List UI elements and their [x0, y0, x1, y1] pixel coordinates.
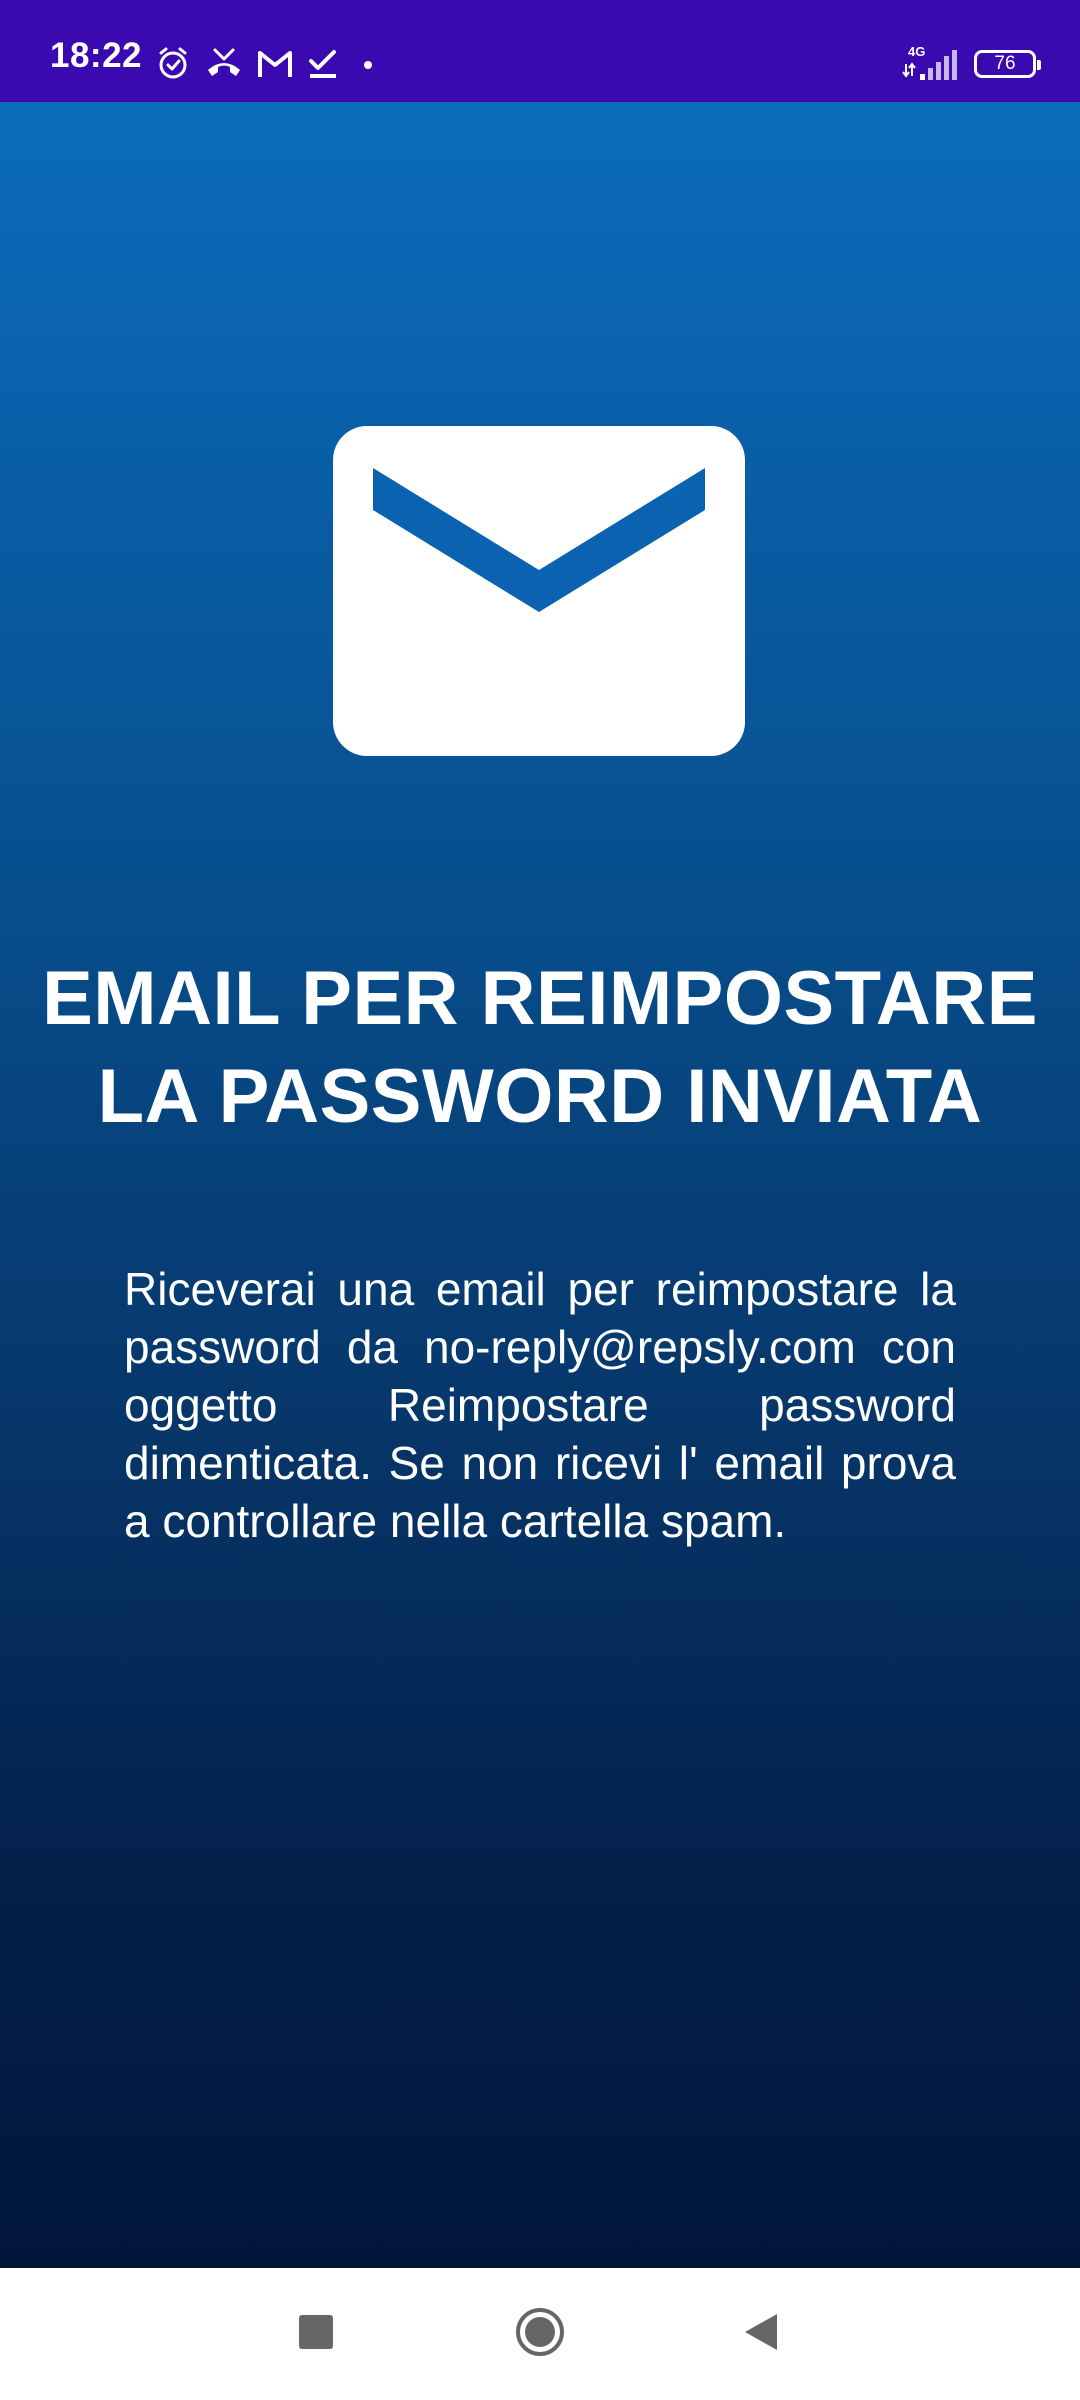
status-time: 18:22 [50, 36, 143, 75]
home-circle-icon [514, 2306, 566, 2363]
back-triangle-icon [741, 2312, 779, 2357]
home-button[interactable] [480, 2268, 600, 2400]
notification-icons [155, 44, 383, 84]
missed-call-icon [205, 46, 243, 82]
back-button[interactable] [700, 2268, 820, 2400]
mail-envelope-icon [333, 426, 745, 756]
page-title: EMAIL PER REIMPOSTARE LA PASSWORD INVIAT… [0, 950, 1080, 1146]
battery-level: 76 [994, 53, 1016, 74]
signal-icon: 4G [900, 42, 960, 86]
battery-icon: 76 [974, 50, 1041, 78]
recents-button[interactable] [256, 2268, 376, 2400]
alarm-icon [155, 46, 191, 82]
title-line-1: EMAIL PER REIMPOSTARE [42, 956, 1038, 1041]
gmail-icon [257, 49, 293, 79]
instruction-message: Riceverai una email per reimpostare la p… [124, 1263, 956, 1547]
status-bar: 18:22 4G 76 [0, 0, 1080, 102]
reset-email-sent-panel: EMAIL PER REIMPOSTARE LA PASSWORD INVIAT… [0, 102, 1080, 2268]
recents-square-icon [298, 2314, 334, 2355]
navigation-bar [0, 2268, 1080, 2400]
dot-icon [353, 49, 383, 79]
screen: 18:22 4G 76 EMAIL PER REIMPOSTARE LA PAS… [0, 0, 1080, 2400]
system-icons: 4G 76 [900, 40, 1041, 88]
title-line-2: LA PASSWORD INVIATA [97, 1054, 983, 1139]
task-done-icon [307, 48, 339, 80]
